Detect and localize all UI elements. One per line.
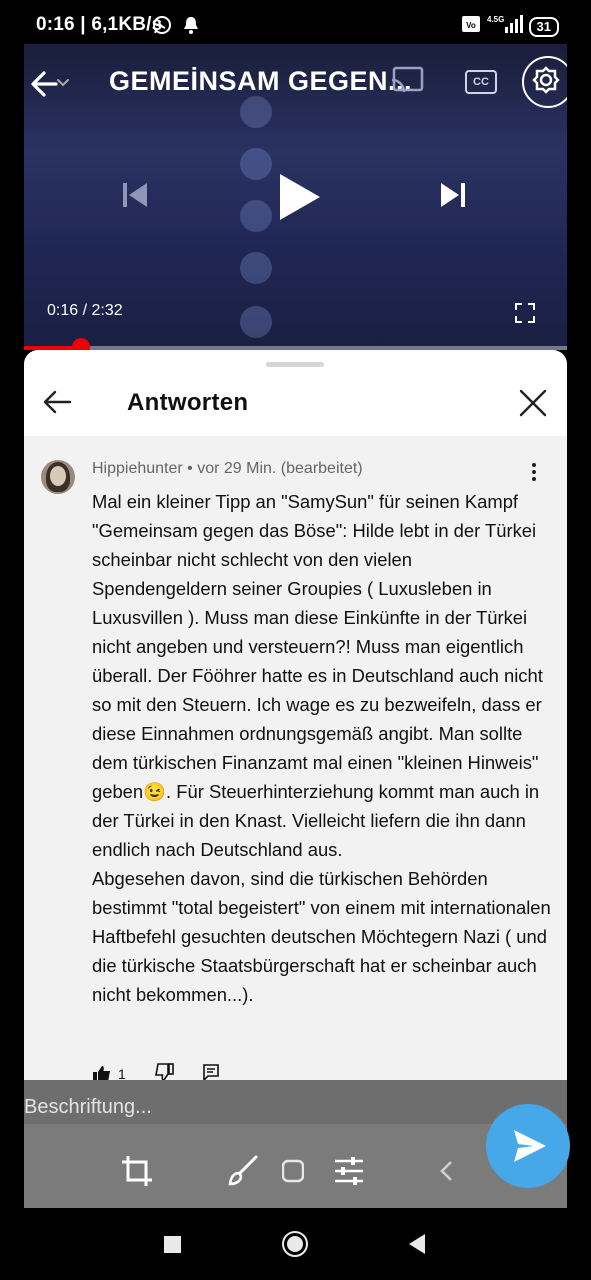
kebab-menu-icon [532, 463, 536, 481]
status-icons-left [152, 15, 200, 40]
settings-button[interactable] [522, 56, 567, 108]
volte-icon: Vo [461, 15, 481, 38]
svg-text:Vo: Vo [466, 21, 476, 30]
battery-icon: 31 [528, 16, 559, 37]
recents-button[interactable] [164, 1236, 181, 1253]
bell-icon [182, 15, 200, 40]
gear-icon [532, 66, 560, 94]
whatsapp-icon [152, 15, 172, 40]
send-icon [514, 1130, 546, 1162]
coin-icon [240, 306, 272, 338]
fullscreen-button[interactable] [514, 302, 536, 329]
status-icons-right: Vo 4.5G 31 [461, 14, 559, 39]
send-button[interactable] [486, 1104, 570, 1188]
back-nav-button[interactable] [409, 1234, 425, 1254]
time-display: 0:16 / 2:32 [47, 302, 123, 319]
previous-button[interactable] [120, 180, 150, 215]
status-time: 0:16 | 6,1KB/s [36, 14, 163, 35]
more-options-button[interactable] [524, 462, 544, 482]
thumbs-down-icon [154, 1063, 174, 1081]
fullscreen-icon [515, 303, 535, 323]
video-title: GEMEİNSAM GEGEN... [109, 66, 413, 96]
comment-meta: Hippiehunter • vor 29 Min. (bearbeitet) [92, 460, 363, 477]
adjust-sliders-icon[interactable] [332, 1154, 366, 1193]
sheet-title: Antworten [127, 389, 249, 416]
bitcoin-icon [240, 96, 272, 128]
next-button[interactable] [438, 180, 468, 215]
comment-item: Hippiehunter • vor 29 Min. (bearbeitet) … [24, 436, 567, 1085]
avatar[interactable] [41, 460, 75, 494]
close-button[interactable] [518, 388, 548, 418]
comment-icon [202, 1064, 219, 1082]
close-icon [519, 389, 547, 417]
solana-icon [240, 252, 272, 284]
video-player[interactable]: GEMEİNSAM GEGEN... CC 0:16 / 2:32 [24, 44, 567, 350]
play-button[interactable] [276, 172, 322, 227]
brush-icon[interactable] [226, 1154, 260, 1193]
signal-icon: 4.5G [487, 14, 523, 39]
navigation-bar [0, 1208, 591, 1280]
replies-sheet: Antworten Hippiehunter • vor 29 Min. (be… [24, 350, 567, 1085]
square-shape-icon[interactable] [281, 1154, 305, 1193]
comment-paragraph: Abgesehen davon, sind die türkischen Beh… [92, 868, 551, 1005]
chevron-left-icon[interactable] [436, 1154, 456, 1193]
svg-text:4.5G: 4.5G [487, 15, 504, 24]
home-button[interactable] [282, 1231, 308, 1257]
back-button[interactable] [28, 64, 78, 104]
comment-paragraph: Mal ein kleiner Tipp an "SamySun" für se… [92, 491, 543, 860]
cast-icon[interactable] [390, 66, 424, 99]
drag-handle[interactable] [266, 362, 324, 367]
sheet-back-button[interactable] [42, 388, 74, 416]
captions-button[interactable]: CC [465, 70, 497, 94]
caption-input[interactable]: Beschriftung... [24, 1096, 152, 1119]
ethereum-icon [240, 148, 272, 180]
arrow-left-icon [43, 390, 72, 414]
comment-body: Mal ein kleiner Tipp an "SamySun" für se… [92, 487, 552, 1009]
crop-icon[interactable] [120, 1154, 154, 1193]
ripple-icon [240, 200, 272, 232]
sheet-header: Antworten [24, 374, 567, 436]
